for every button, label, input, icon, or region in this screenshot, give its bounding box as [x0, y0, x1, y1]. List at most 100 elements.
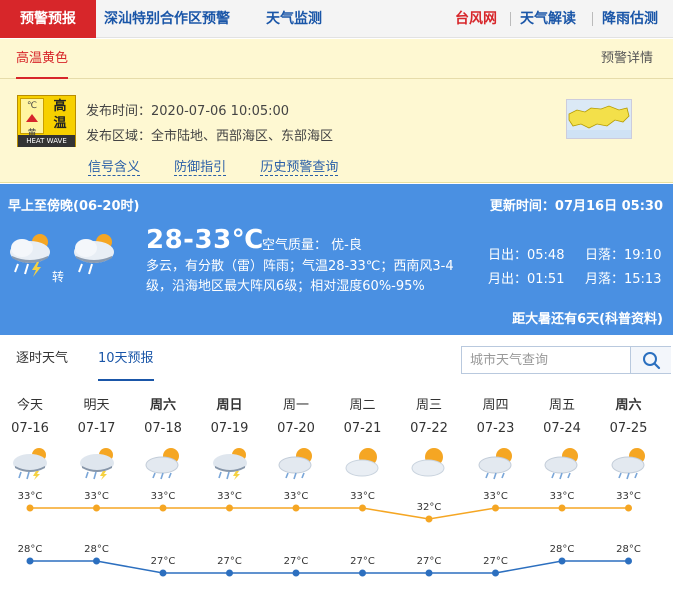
- forecast-day-icon-wrap: [209, 444, 253, 480]
- forecast-day-date: 07-21: [343, 421, 382, 436]
- city-search: [461, 346, 671, 374]
- forecast-day-name: 周一: [282, 398, 309, 413]
- nav-item-shenshan-warning[interactable]: 深汕特别合作区预警: [104, 0, 230, 38]
- partly-cloudy-rain-icon: [145, 448, 179, 480]
- search-button[interactable]: [630, 347, 671, 373]
- forecast-day-date: 07-19: [210, 421, 249, 436]
- today-temperature: 28-33℃: [146, 225, 264, 255]
- nav-divider: [592, 12, 593, 26]
- forecast-day-name: 明天: [83, 398, 110, 413]
- partly-cloudy-rain-icon: [544, 448, 578, 480]
- today-forecast-panel: 早上至傍晚(06-20时) 更新时间：07月16日 05:30 转 28-33℃…: [0, 184, 673, 335]
- thunder-rain-icon: [74, 234, 114, 275]
- nav-item-warning-forecast[interactable]: 预警预报: [0, 0, 96, 38]
- forecast-day-name: 周日: [216, 398, 243, 413]
- forecast-day-icon-wrap: [541, 444, 585, 480]
- thunder-rain-icon: [79, 448, 114, 480]
- forecast-day-date: 07-17: [77, 421, 116, 436]
- warning-tabbar: 高温黄色 预警详情: [0, 39, 673, 79]
- high-temp-label: 33°C: [217, 491, 242, 502]
- high-temp-label: 33°C: [350, 491, 375, 502]
- warning-icon-title-2: 温: [53, 116, 67, 131]
- top-nav: 预警预报 深汕特别合作区预警 天气监测 台风网 天气解读 降雨估测: [0, 0, 673, 38]
- high-temp-label: 33°C: [84, 491, 109, 502]
- warning-icon-title: 高 温: [46, 98, 74, 134]
- nav-item-weather-interpret[interactable]: 天气解读: [520, 0, 576, 38]
- tab-10-day[interactable]: 10天预报: [98, 336, 154, 381]
- ten-day-forecast: 今天 07-16 33°C 28°C 明天 07-17 33°C 28°C 周六 07-18 33°…: [0, 384, 673, 599]
- sun-cloud-icon: [345, 448, 378, 477]
- publish-time: 发布时间：2020-07-06 10:05:00: [86, 104, 290, 119]
- high-temp-label: 33°C: [483, 491, 508, 502]
- high-temp-label: 32°C: [416, 502, 442, 513]
- warning-links: 信号含义 防御指引 历史预警查询: [88, 156, 368, 176]
- warning-icon-unit: ℃: [26, 101, 38, 111]
- high-temp-label: 33°C: [17, 491, 43, 502]
- tab-hourly[interactable]: 逐时天气: [16, 336, 68, 381]
- nav-item-weather-monitor[interactable]: 天气监测: [266, 0, 322, 38]
- forecast-day-name: 周四: [482, 398, 509, 413]
- forecast-day-date: 07-23: [476, 421, 515, 436]
- forecast-day-date: 07-25: [609, 421, 648, 436]
- moonset: 月落：15:13: [585, 272, 662, 287]
- forecast-day-name: 今天: [16, 398, 43, 413]
- thermometer-icon: ℃ 黄: [20, 98, 44, 139]
- map-icon: [567, 105, 631, 138]
- high-temp-label: 33°C: [549, 491, 575, 502]
- low-temp-label: 27°C: [483, 556, 508, 567]
- high-temp-label: 33°C: [616, 491, 641, 502]
- partly-cloudy-rain-icon: [278, 448, 312, 480]
- forecast-day-name: 周三: [415, 398, 442, 413]
- low-temp-label: 27°C: [350, 556, 375, 567]
- warning-detail-link[interactable]: 预警详情: [601, 39, 653, 79]
- arrow-up-icon: [26, 114, 38, 122]
- tab-heat-yellow[interactable]: 高温黄色: [16, 39, 69, 79]
- forecast-day-icon-wrap: [76, 444, 120, 480]
- forecast-day-icon-wrap: [9, 444, 53, 480]
- low-temp-label: 28°C: [17, 544, 43, 555]
- low-temp-label: 28°C: [549, 544, 575, 555]
- sunset: 日落：19:10: [585, 248, 662, 263]
- warning-area-map[interactable]: [566, 99, 632, 139]
- forecast-day-date: 07-18: [144, 421, 182, 436]
- sunrise: 日出：05:48: [488, 248, 565, 263]
- high-temp-label: 33°C: [150, 491, 176, 502]
- forecast-day-icon-wrap: [142, 444, 186, 480]
- thunder-rain-icon: [10, 234, 50, 277]
- weather-transition: 转: [52, 270, 65, 284]
- low-temp-label: 27°C: [217, 556, 242, 567]
- forecast-day-icon-wrap: [342, 444, 386, 480]
- forecast-day-icon-wrap: [608, 444, 652, 480]
- update-time: 更新时间：07月16日 05:30: [489, 199, 663, 214]
- city-search-input[interactable]: [462, 347, 630, 373]
- link-history-warnings[interactable]: 历史预警查询: [260, 160, 339, 176]
- forecast-day-icon-wrap: [475, 444, 519, 480]
- solar-term-link[interactable]: 距大暑还有6天(科普资料): [512, 308, 663, 327]
- forecast-day-name: 周六: [615, 398, 642, 413]
- nav-divider: [510, 12, 511, 26]
- heat-wave-warning-icon: ℃ 黄 高 温 HEAT WAVE: [17, 95, 76, 147]
- forecast-day-date: 07-22: [410, 421, 448, 436]
- air-quality: 空气质量： 优-良: [262, 238, 362, 253]
- publish-area: 发布区域：全市陆地、西部海区、东部海区: [86, 129, 334, 144]
- link-signal-meaning[interactable]: 信号含义: [88, 160, 141, 176]
- link-defense-guide[interactable]: 防御指引: [174, 160, 227, 176]
- partly-cloudy-rain-icon: [611, 448, 645, 480]
- nav-item-typhoon[interactable]: 台风网: [455, 0, 497, 38]
- forecast-day-date: 07-20: [277, 421, 315, 436]
- high-temp-label: 33°C: [283, 491, 309, 502]
- forecast-day-icon-wrap: [275, 444, 319, 480]
- low-temp-label: 27°C: [283, 556, 309, 567]
- nav-item-rain-estimate[interactable]: 降雨估测: [602, 0, 658, 38]
- warning-icon-title-1: 高: [53, 99, 67, 114]
- low-temp-label: 28°C: [616, 544, 641, 555]
- warning-panel: 高温黄色 预警详情 ℃ 黄 高 温 HEAT WAVE 发布时间：2020-07…: [0, 39, 673, 183]
- forecast-day-date: 07-24: [543, 421, 581, 436]
- low-temp-label: 28°C: [84, 544, 109, 555]
- thunder-rain-icon: [13, 448, 47, 480]
- moonrise: 月出：01:51: [488, 272, 565, 287]
- search-icon: [643, 352, 661, 370]
- thunder-rain-icon: [212, 448, 247, 480]
- forecast-period: 早上至傍晚(06-20时): [8, 199, 140, 214]
- low-temp-label: 27°C: [150, 556, 176, 567]
